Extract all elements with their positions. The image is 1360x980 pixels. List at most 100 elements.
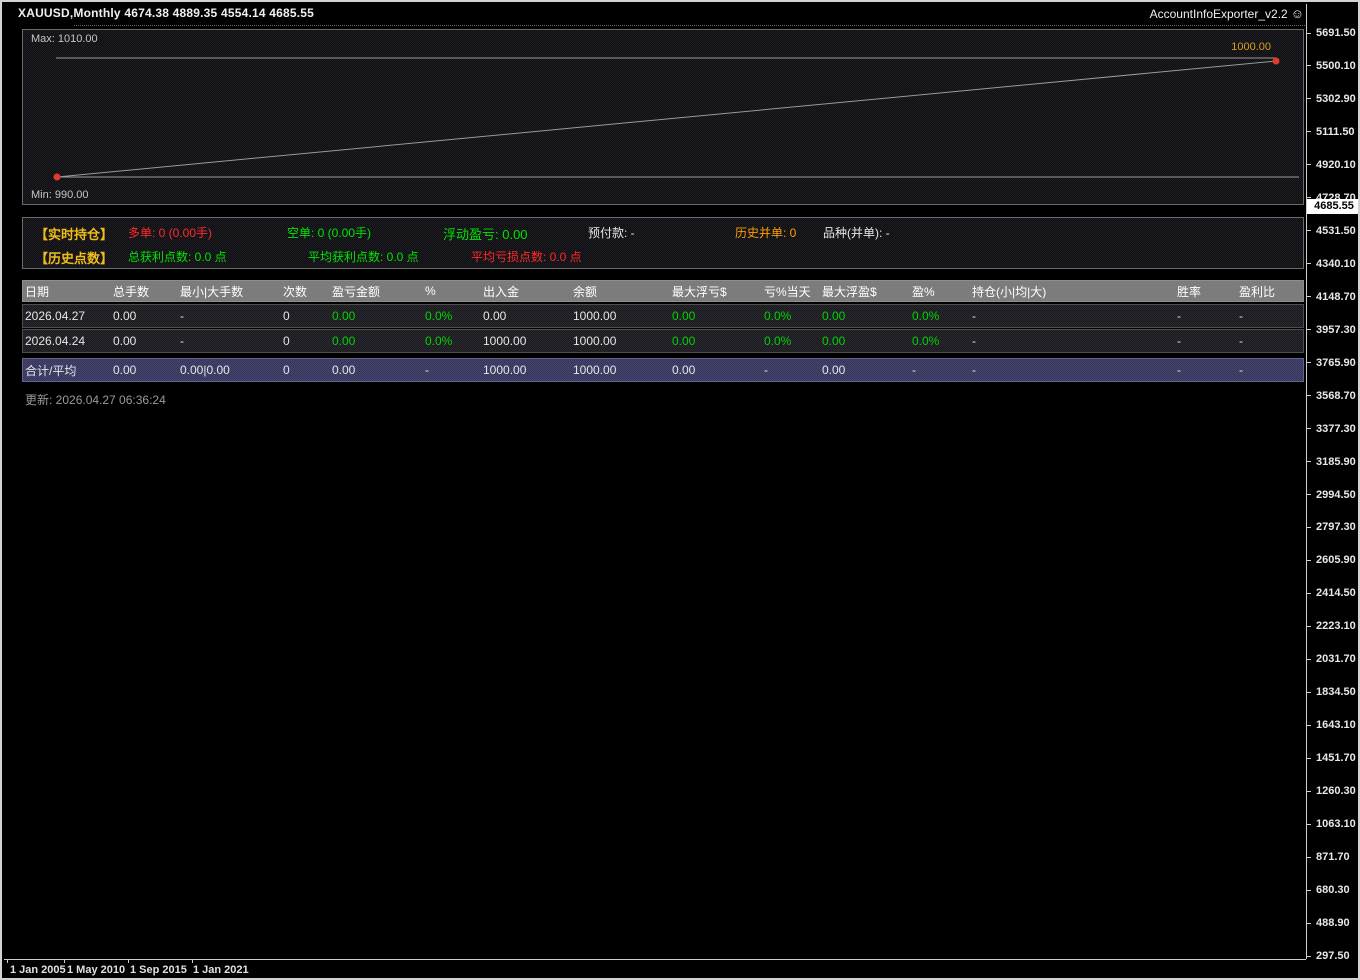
price-tick-mark xyxy=(1306,560,1311,561)
table-cell: - xyxy=(1237,363,1303,377)
table-header-cell: 盈利比 xyxy=(1237,283,1303,300)
price-tick-label: 3765.90 xyxy=(1316,356,1356,370)
table-cell: 0.00 xyxy=(330,309,423,323)
history-points-bracket: 【历史点数】 xyxy=(35,248,113,267)
table-cell: 2026.04.24 xyxy=(23,334,111,348)
table-cell: - xyxy=(1175,363,1237,377)
table-cell: 1000.00 xyxy=(481,334,571,348)
price-tick-mark xyxy=(1306,923,1311,924)
price-tick-mark xyxy=(1306,527,1311,528)
table-header-cell: 次数 xyxy=(281,283,330,300)
table-cell: 0.00 xyxy=(670,334,762,348)
table-header-cell: 总手数 xyxy=(111,283,178,300)
price-tick-mark xyxy=(1306,329,1311,330)
short-orders-label: 空单: 0 (0.00手) xyxy=(287,224,371,241)
floating-pl-label: 浮动盈亏: 0.00 xyxy=(443,224,528,243)
time-axis[interactable]: 1 Jan 20051 May 2010 1 Sep 2015 1 Jan 2021 xyxy=(2,959,1306,980)
table-cell: 1000.00 xyxy=(481,363,571,377)
table-cell: 0.0% xyxy=(423,334,481,348)
table-header-cell: 最小|大手数 xyxy=(178,283,281,300)
table-cell: - xyxy=(970,309,1175,323)
price-tick-mark xyxy=(1306,791,1311,792)
table-header-cell: 出入金 xyxy=(481,283,571,300)
price-tick-mark xyxy=(1306,98,1311,99)
price-tick-label: 2797.30 xyxy=(1316,520,1356,534)
chart-top-separator xyxy=(74,25,1305,26)
table-cell: 0.00 xyxy=(330,334,423,348)
price-tick-mark xyxy=(1306,494,1311,495)
table-cell: - xyxy=(1175,334,1237,348)
stats-table-header: 日期总手数最小|大手数次数盈亏金额%出入金余额最大浮亏$亏%当天最大浮盈$盈%持… xyxy=(22,280,1304,302)
account-info-panel: 【实时持仓】 多单: 0 (0.00手) 空单: 0 (0.00手) 浮动盈亏:… xyxy=(22,217,1304,269)
time-tick-mark xyxy=(7,959,8,963)
equity-end-dot xyxy=(1273,58,1280,65)
price-tick-mark xyxy=(1306,263,1311,264)
time-tick-label: 1 Sep 2015 xyxy=(130,964,187,976)
price-tick-label: 2994.50 xyxy=(1316,488,1356,502)
table-header-cell: 持仓(小|均|大) xyxy=(970,283,1175,300)
price-tick-mark xyxy=(1306,824,1311,825)
price-tick-label: 488.90 xyxy=(1316,916,1350,930)
table-cell: 0.0% xyxy=(910,334,970,348)
time-tick-label: 1 Jan 2005 xyxy=(10,964,66,976)
price-tick-label: 2031.70 xyxy=(1316,652,1356,666)
table-cell: 1000.00 xyxy=(571,363,670,377)
price-tick-mark xyxy=(1306,692,1311,693)
last-update-label: 更新: 2026.04.27 06:36:24 xyxy=(25,391,166,408)
price-tick-label: 3957.30 xyxy=(1316,323,1356,337)
table-cell: - xyxy=(178,309,281,323)
avg-profit-points-label: 平均获利点数: 0.0 点 xyxy=(308,248,419,265)
table-cell: 0.00 xyxy=(111,309,178,323)
price-tick-label: 3377.30 xyxy=(1316,422,1356,436)
table-cell: 合计/平均 xyxy=(23,362,111,379)
price-tick-mark xyxy=(1306,33,1311,34)
table-cell: - xyxy=(1237,334,1303,348)
time-tick-mark xyxy=(64,959,65,963)
time-tick-label: 1 May 2010 xyxy=(67,964,125,976)
table-cell: 0.00 xyxy=(670,363,762,377)
stats-table-body: 2026.04.270.00-00.000.0%0.001000.000.000… xyxy=(22,304,1304,382)
table-header-cell: % xyxy=(423,284,481,298)
table-cell: - xyxy=(178,334,281,348)
table-cell: 0.00 xyxy=(820,363,910,377)
table-header-cell: 最大浮盈$ xyxy=(820,283,910,300)
price-tick-label: 1260.30 xyxy=(1316,784,1356,798)
equity-chart-panel[interactable]: Max: 1010.00 Min: 990.00 1000.00 xyxy=(22,29,1304,205)
price-tick-label: 297.50 xyxy=(1316,949,1350,963)
table-header-cell: 胜率 xyxy=(1175,283,1237,300)
price-tick-mark xyxy=(1306,890,1311,891)
current-price-box: 4685.55 xyxy=(1307,199,1360,214)
symbol-merged-label: 品种(并单): - xyxy=(823,224,890,241)
equity-start-dot xyxy=(54,174,61,181)
price-tick-mark xyxy=(1306,230,1311,231)
table-header-cell: 亏%当天 xyxy=(762,283,820,300)
table-cell: - xyxy=(970,363,1175,377)
equity-min-label: Min: 990.00 xyxy=(31,189,88,201)
table-cell: 0.00 xyxy=(481,309,571,323)
price-tick-mark xyxy=(1306,593,1311,594)
table-summary-row: 合计/平均0.000.00|0.0000.00-1000.001000.000.… xyxy=(22,358,1304,382)
price-tick-mark xyxy=(1306,956,1311,957)
price-tick-label: 2223.10 xyxy=(1316,619,1356,633)
price-tick-label: 680.30 xyxy=(1316,883,1350,897)
price-axis[interactable]: 5691.505500.105302.905111.504920.104728.… xyxy=(1306,2,1360,980)
price-tick-mark xyxy=(1306,857,1311,858)
time-tick-mark xyxy=(192,959,193,963)
price-tick-mark xyxy=(1306,362,1311,363)
price-tick-mark xyxy=(1306,164,1311,165)
price-tick-label: 3568.70 xyxy=(1316,389,1356,403)
price-tick-mark xyxy=(1306,65,1311,66)
table-cell: 0.00 xyxy=(670,309,762,323)
price-tick-label: 1063.10 xyxy=(1316,817,1356,831)
table-row: 2026.04.240.00-00.000.0%1000.001000.000.… xyxy=(22,329,1304,353)
table-header-cell: 最大浮亏$ xyxy=(670,283,762,300)
margin-label: 预付款: - xyxy=(588,224,635,241)
price-tick-mark xyxy=(1306,296,1311,297)
title-bar: XAUUSD,Monthly 4674.38 4889.35 4554.14 4… xyxy=(2,2,1358,24)
price-tick-mark xyxy=(1306,659,1311,660)
price-tick-label: 4148.70 xyxy=(1316,290,1356,304)
time-tick-label: 1 Jan 2021 xyxy=(193,964,249,976)
price-tick-label: 1834.50 xyxy=(1316,685,1356,699)
equity-end-value-label: 1000.00 xyxy=(1231,41,1271,53)
table-cell: 0.00|0.00 xyxy=(178,363,281,377)
